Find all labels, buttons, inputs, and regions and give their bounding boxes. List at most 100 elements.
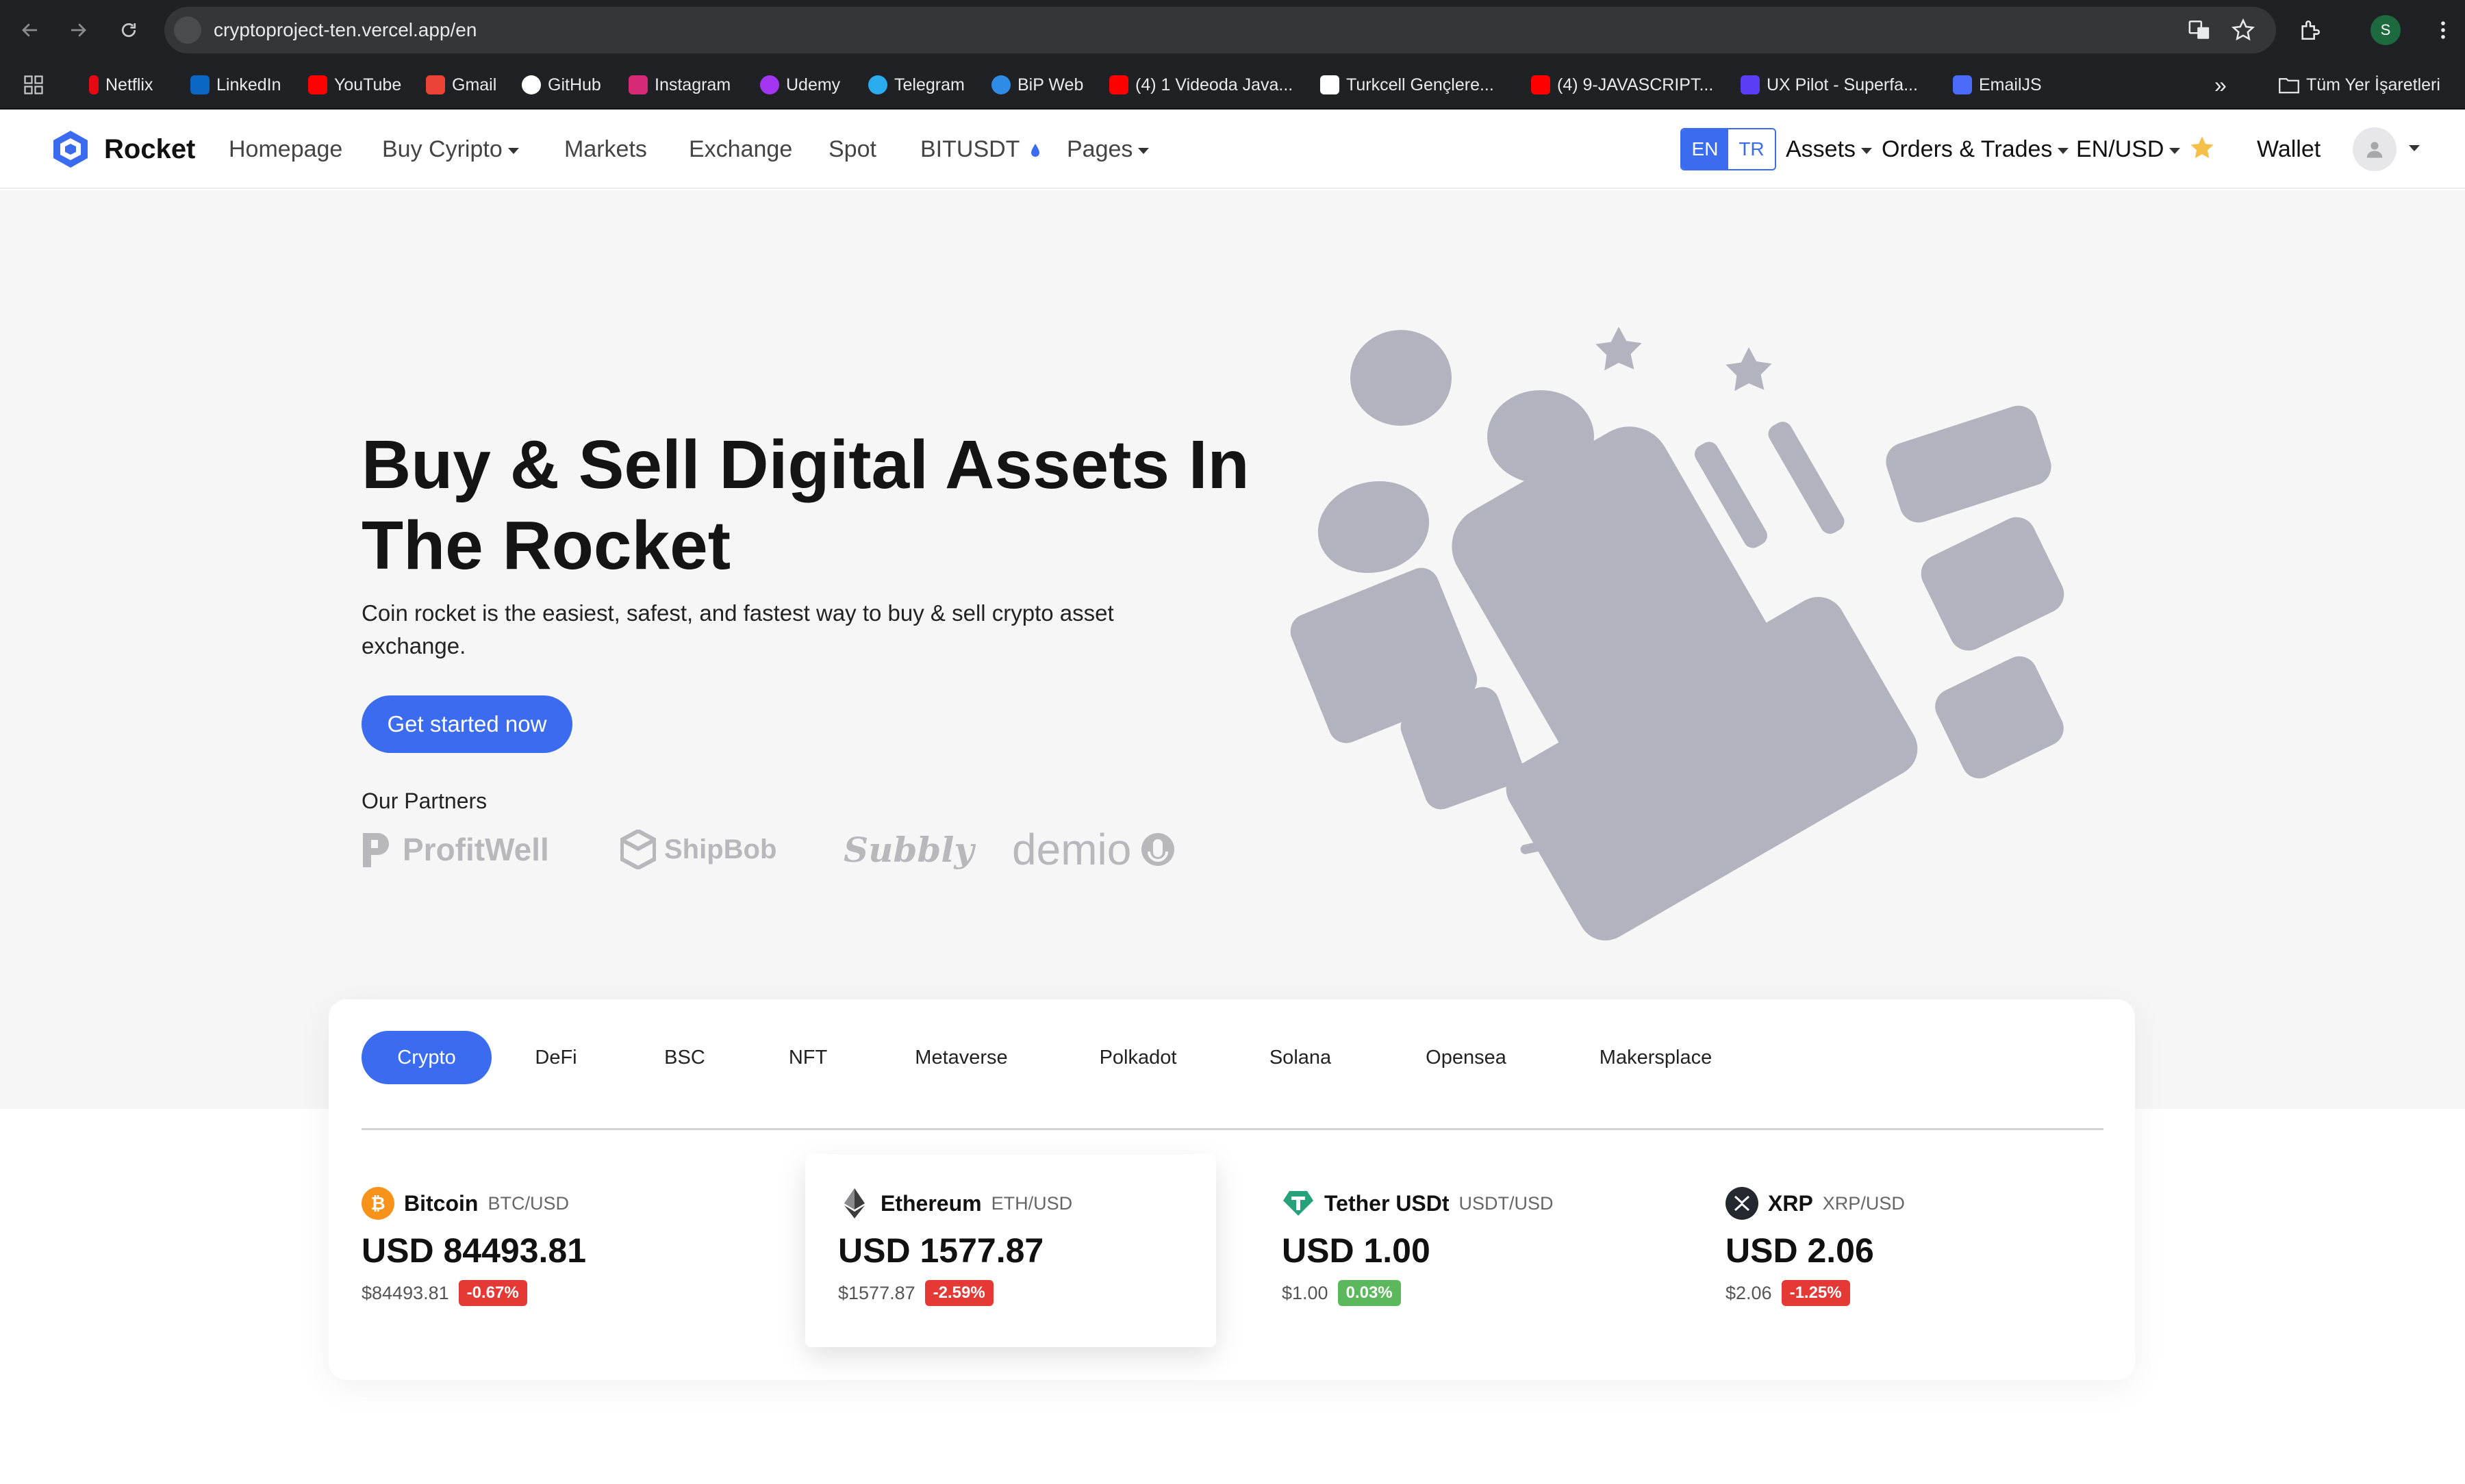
user-avatar[interactable]	[2353, 127, 2397, 171]
all-bookmarks-folder[interactable]: Tüm Yer İşaretleri	[2279, 60, 2440, 110]
extensions-icon[interactable]	[2295, 15, 2325, 45]
lang-tr-button[interactable]: TR	[1728, 129, 1775, 169]
tab-divider	[362, 1128, 2103, 1130]
wallet-link[interactable]: Wallet	[2257, 110, 2321, 189]
bookmark-label: BiP Web	[1017, 75, 1084, 94]
tab-opensea[interactable]: Opensea	[1415, 1031, 1517, 1084]
coin-pair: USDT/USD	[1458, 1192, 1554, 1214]
partner-demio[interactable]: demio	[1012, 825, 1176, 874]
bookmark-linkedin[interactable]: LinkedIn	[190, 60, 281, 110]
partner-subbly[interactable]: Subbly	[844, 826, 974, 873]
lang-en-button[interactable]: EN	[1682, 129, 1728, 169]
tab-bsc[interactable]: BSC	[646, 1031, 723, 1084]
coin-card-xrp[interactable]: XRP XRP/USD USD 2.06 $2.06 -1.25%	[1693, 1154, 2103, 1347]
nav-markets[interactable]: Markets	[564, 110, 647, 189]
orders-trades-dropdown[interactable]: Orders & Trades	[1882, 110, 2069, 189]
more-bookmarks-button[interactable]: »	[2214, 60, 2227, 110]
nav-spot[interactable]: Spot	[829, 110, 876, 189]
bookmark-instagram[interactable]: Instagram	[629, 60, 731, 110]
profitwell-logo-icon	[363, 833, 389, 867]
bookmark-youtube[interactable]: YouTube	[308, 60, 401, 110]
back-button[interactable]	[15, 15, 45, 45]
coin-name: Tether USDt	[1324, 1190, 1450, 1216]
coin-card-ethereum[interactable]: Ethereum ETH/USD USD 1577.87 $1577.87 -2…	[805, 1154, 1216, 1347]
bookmark-github[interactable]: GitHub	[522, 60, 601, 110]
get-started-button[interactable]: Get started now	[362, 695, 572, 753]
youtube-icon	[1531, 75, 1550, 94]
tab-makersplace[interactable]: Makersplace	[1587, 1031, 1724, 1084]
hero-section: Buy & Sell Digital Assets In The Rocket …	[0, 190, 2465, 1109]
translate-icon[interactable]	[2184, 15, 2214, 45]
coin-usd-value: $2.06	[1726, 1282, 1772, 1303]
browser-toolbar: cryptoproject-ten.vercel.app/en S	[0, 0, 2465, 60]
hero-title-line-1: Buy & Sell Digital Assets In	[362, 426, 1250, 503]
coin-card-tether[interactable]: Tether USDt USDT/USD USD 1.00 $1.00 0.03…	[1249, 1154, 1660, 1347]
bookmark-youtube-js[interactable]: (4) 9-JAVASCRIPT...	[1531, 60, 1713, 110]
hero-subtitle: Coin rocket is the easiest, safest, and …	[362, 600, 1114, 658]
coin-card-bitcoin[interactable]: ₿ Bitcoin BTC/USD USD 84493.81 $84493.81…	[329, 1154, 740, 1347]
bookmark-udemy[interactable]: Udemy	[760, 60, 840, 110]
menu-icon[interactable]	[2428, 15, 2458, 45]
apps-icon[interactable]	[23, 60, 44, 110]
bookmark-label: (4) 9-JAVASCRIPT...	[1557, 75, 1714, 94]
bookmark-label: LinkedIn	[216, 75, 281, 94]
coin-name: Bitcoin	[404, 1190, 479, 1216]
coin-header: XRP XRP/USD	[1726, 1187, 1905, 1220]
tab-solana[interactable]: Solana	[1256, 1031, 1345, 1084]
reload-button[interactable]	[114, 15, 144, 45]
bookmark-gmail[interactable]: Gmail	[426, 60, 496, 110]
bookmarks-bar: Netflix LinkedIn YouTube Gmail GitHub In…	[0, 60, 2465, 110]
udemy-icon	[760, 75, 779, 94]
coin-price: USD 1577.87	[838, 1231, 1044, 1270]
ethereum-icon	[838, 1187, 871, 1220]
bookmark-emailjs[interactable]: EmailJS	[1953, 60, 2042, 110]
tab-polkadot[interactable]: Polkadot	[1083, 1031, 1193, 1084]
coin-sub: $2.06 -1.25%	[1726, 1280, 1850, 1306]
partner-profitwell[interactable]: ProfitWell	[360, 826, 549, 873]
bookmark-turkcell[interactable]: Turkcell Gençlere...	[1320, 60, 1494, 110]
favorites-star-icon[interactable]	[2188, 134, 2216, 165]
user-icon	[2366, 142, 2383, 158]
telegram-icon	[868, 75, 887, 94]
bookmark-ux-pilot[interactable]: UX Pilot - Superfa...	[1741, 60, 1918, 110]
nav-buy-crypto[interactable]: Buy Cyripto	[382, 110, 519, 189]
currency-label: EN/USD	[2076, 136, 2164, 162]
coin-header: Ethereum ETH/USD	[838, 1187, 1072, 1220]
address-bar[interactable]: cryptoproject-ten.vercel.app/en	[164, 7, 2276, 53]
site-info-icon[interactable]	[174, 16, 201, 44]
nav-pages[interactable]: Pages	[1067, 110, 1150, 189]
forward-button[interactable]	[63, 15, 93, 45]
user-menu-chevron-icon[interactable]	[2409, 145, 2420, 151]
partner-label: Subbly	[844, 829, 974, 870]
profile-avatar[interactable]: S	[2371, 15, 2401, 45]
bookmark-telegram[interactable]: Telegram	[868, 60, 965, 110]
folder-icon	[2279, 78, 2299, 94]
change-badge: 0.03%	[1337, 1280, 1401, 1306]
bookmark-bip-web[interactable]: BiP Web	[991, 60, 1083, 110]
ux-pilot-icon	[1741, 75, 1760, 94]
assets-dropdown[interactable]: Assets	[1786, 110, 1873, 189]
bitcoin-icon: ₿	[362, 1187, 394, 1220]
netflix-icon	[89, 75, 99, 94]
currency-dropdown[interactable]: EN/USD	[2076, 110, 2181, 189]
shipbob-logo-icon	[620, 830, 656, 869]
tab-crypto[interactable]: Crypto	[362, 1031, 492, 1084]
nav-bitusdt[interactable]: BITUSDT	[920, 110, 1041, 189]
chevron-down-icon	[2169, 147, 2181, 154]
bookmark-youtube-java[interactable]: (4) 1 Videoda Java...	[1109, 60, 1293, 110]
bookmark-netflix[interactable]: Netflix	[89, 60, 153, 110]
tab-nft[interactable]: NFT	[770, 1031, 846, 1084]
linkedin-icon	[190, 75, 210, 94]
coin-price: USD 84493.81	[362, 1231, 587, 1270]
tether-icon	[1282, 1187, 1315, 1220]
nav-homepage[interactable]: Homepage	[229, 110, 342, 189]
hero-title-line-2: The Rocket	[362, 507, 731, 584]
tab-metaverse[interactable]: Metaverse	[900, 1031, 1023, 1084]
droplet-icon	[1031, 144, 1040, 157]
bookmark-label: GitHub	[548, 75, 601, 94]
nav-exchange[interactable]: Exchange	[689, 110, 792, 189]
partner-shipbob[interactable]: ShipBob	[620, 826, 776, 873]
bookmark-star-icon[interactable]	[2228, 15, 2258, 45]
brand-logo[interactable]: Rocket	[49, 129, 195, 170]
tab-defi[interactable]: DeFi	[518, 1031, 594, 1084]
